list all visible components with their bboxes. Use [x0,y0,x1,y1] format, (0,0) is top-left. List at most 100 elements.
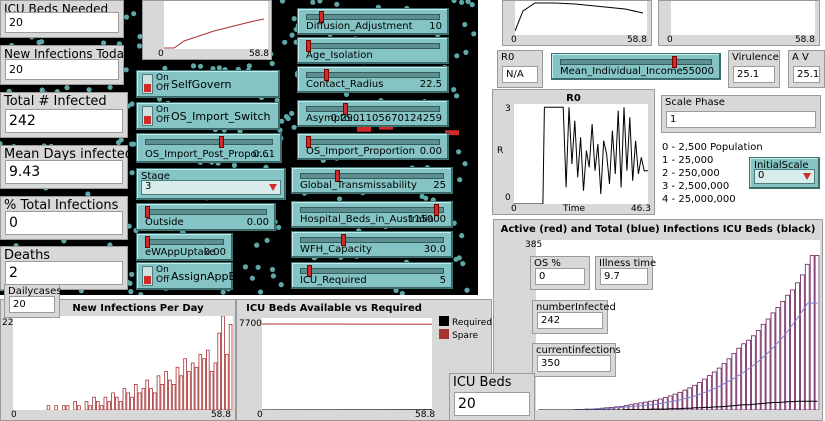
switch-off-label: Off [156,115,170,125]
netlogo-interface: { "monitors": { "icu_beds_needed": {"lab… [0,0,825,421]
monitor-value: 9.43 [5,160,123,184]
active-bar [702,378,707,411]
icu-beds-monitor: ICU Beds 20 [449,373,535,421]
slider-track[interactable] [300,268,444,274]
selfgovern-switch[interactable]: On Off SelfGovern [136,70,280,98]
switch-knob [144,84,151,92]
plot-svg [164,18,265,49]
x-min-tick: 0 [257,410,263,420]
diffusion-adjustment-slider[interactable]: Diffusion_Adjustment 10 [297,8,449,35]
virulence-monitor: Virulence 25.1 [728,50,780,88]
agent [264,237,270,243]
slider-track[interactable] [145,239,224,245]
global-transmissability-slider[interactable]: Global_Transmissability 25 [291,167,453,194]
contact-radius-slider[interactable]: Contact_Radius 22.5 [297,66,449,93]
switch-toggle[interactable] [142,74,153,94]
slider-track[interactable] [145,209,267,215]
active-bar [750,335,756,411]
active-bar [633,403,639,411]
illness-time-monitor: Illness time 9.7 [595,256,656,290]
r0-svg [514,106,648,205]
bar [77,405,81,411]
slider-track[interactable] [300,173,444,179]
bar [137,392,142,411]
bar [175,366,180,411]
x-axis-label: Time [563,204,586,214]
os-import-proportion-slider[interactable]: OS_Import_Proportion 0.00 [297,133,449,160]
agent [127,280,133,286]
y-axis-label: R [497,146,504,156]
slider-label: Diffusion_Adjustment [306,21,413,32]
asymptomatic-slider[interactable]: Asympto... 0.290110567012425​9 [297,100,449,127]
chevron-down-icon[interactable] [803,173,811,180]
agent [123,14,130,20]
agent [255,264,261,270]
age-isolation-slider[interactable]: Age_Isolation [297,37,449,64]
initialscale-chooser[interactable]: InitialScale 0 [749,157,820,189]
bar [107,401,112,411]
icu-beds-needed-monitor: ICU Beds Needed 20 [0,0,124,38]
icu-required-slider[interactable]: ICU_Required 5 [291,262,453,289]
scale-phase-monitor: Scale Phase 1 [661,95,821,133]
bar [141,388,146,411]
scale-note-2: 2 - 250,000 [662,168,720,179]
switch-toggle[interactable] [142,266,153,286]
slider-track[interactable] [306,106,440,112]
monitor-value: 0 [535,268,585,285]
os-import-post-proportion-slider[interactable]: OS_Import_Post_Propor... 0.61 [136,133,282,163]
slider-value: 5 [439,275,446,286]
monitor-value: 2 [5,261,123,285]
slider-label: Contact_Radius [306,79,384,90]
agent [456,149,462,155]
chooser-box[interactable]: 3 [141,180,281,195]
agent [289,32,295,38]
slider-track[interactable] [306,43,440,49]
wfh-capacity-slider[interactable]: WFH_Capacity 30.0 [291,231,453,258]
y-max-tick: 385 [525,240,543,250]
slider-track[interactable] [560,59,712,65]
switch-toggle[interactable] [142,106,153,126]
assignappess-switch[interactable]: On Off AssignAppEss [136,262,247,290]
agent [129,271,135,277]
av-monitor: A V 25.1 [788,50,825,88]
agent [454,93,460,99]
slider-label: OS_Import_Proportion [306,146,416,157]
mean-individual-income-slider[interactable]: Mean_Individual_Income 55000 [551,53,721,80]
slider-track[interactable] [300,207,444,213]
active-bar [814,255,820,411]
bar [190,362,195,411]
switch-on-label: On [156,105,169,115]
legend-swatch [439,329,449,339]
number-infected-monitor: numberInfected 242 [532,300,616,334]
hospital-beds-slider[interactable]: Hospital_Beds_in_Australia 115000 [291,201,453,228]
active-bar [736,347,742,411]
agent [453,256,459,262]
switch-knob [144,116,151,124]
slider-thumb[interactable] [219,136,225,148]
infected-agent [357,126,371,132]
ewappuptake-slider[interactable]: eWAppUptake 0.00 [136,233,233,261]
agent [197,63,204,69]
active-bar [643,401,648,411]
agent [276,224,282,230]
os-import-switch[interactable]: On Off OS_Import_Switch [136,102,280,130]
slider-track[interactable] [306,139,440,145]
slider-track[interactable] [145,139,273,145]
bar [65,405,70,411]
plot-canvas [13,315,233,411]
bar [228,324,233,411]
stage-chooser[interactable]: Stage 3 [136,168,286,200]
outside-slider[interactable]: Outside 0.00 [136,203,276,231]
chevron-down-icon[interactable] [269,184,277,191]
chooser-box[interactable]: 0 [754,169,815,184]
active-bar [638,402,644,411]
legend-swatch [439,316,449,326]
active-bar [716,367,722,411]
agent [464,287,470,293]
agent [129,141,135,147]
agent [454,53,460,59]
active-bar [692,384,697,411]
slider-track[interactable] [306,14,440,20]
monitor-label: Virulence [732,52,779,63]
slider-track[interactable] [300,237,444,243]
